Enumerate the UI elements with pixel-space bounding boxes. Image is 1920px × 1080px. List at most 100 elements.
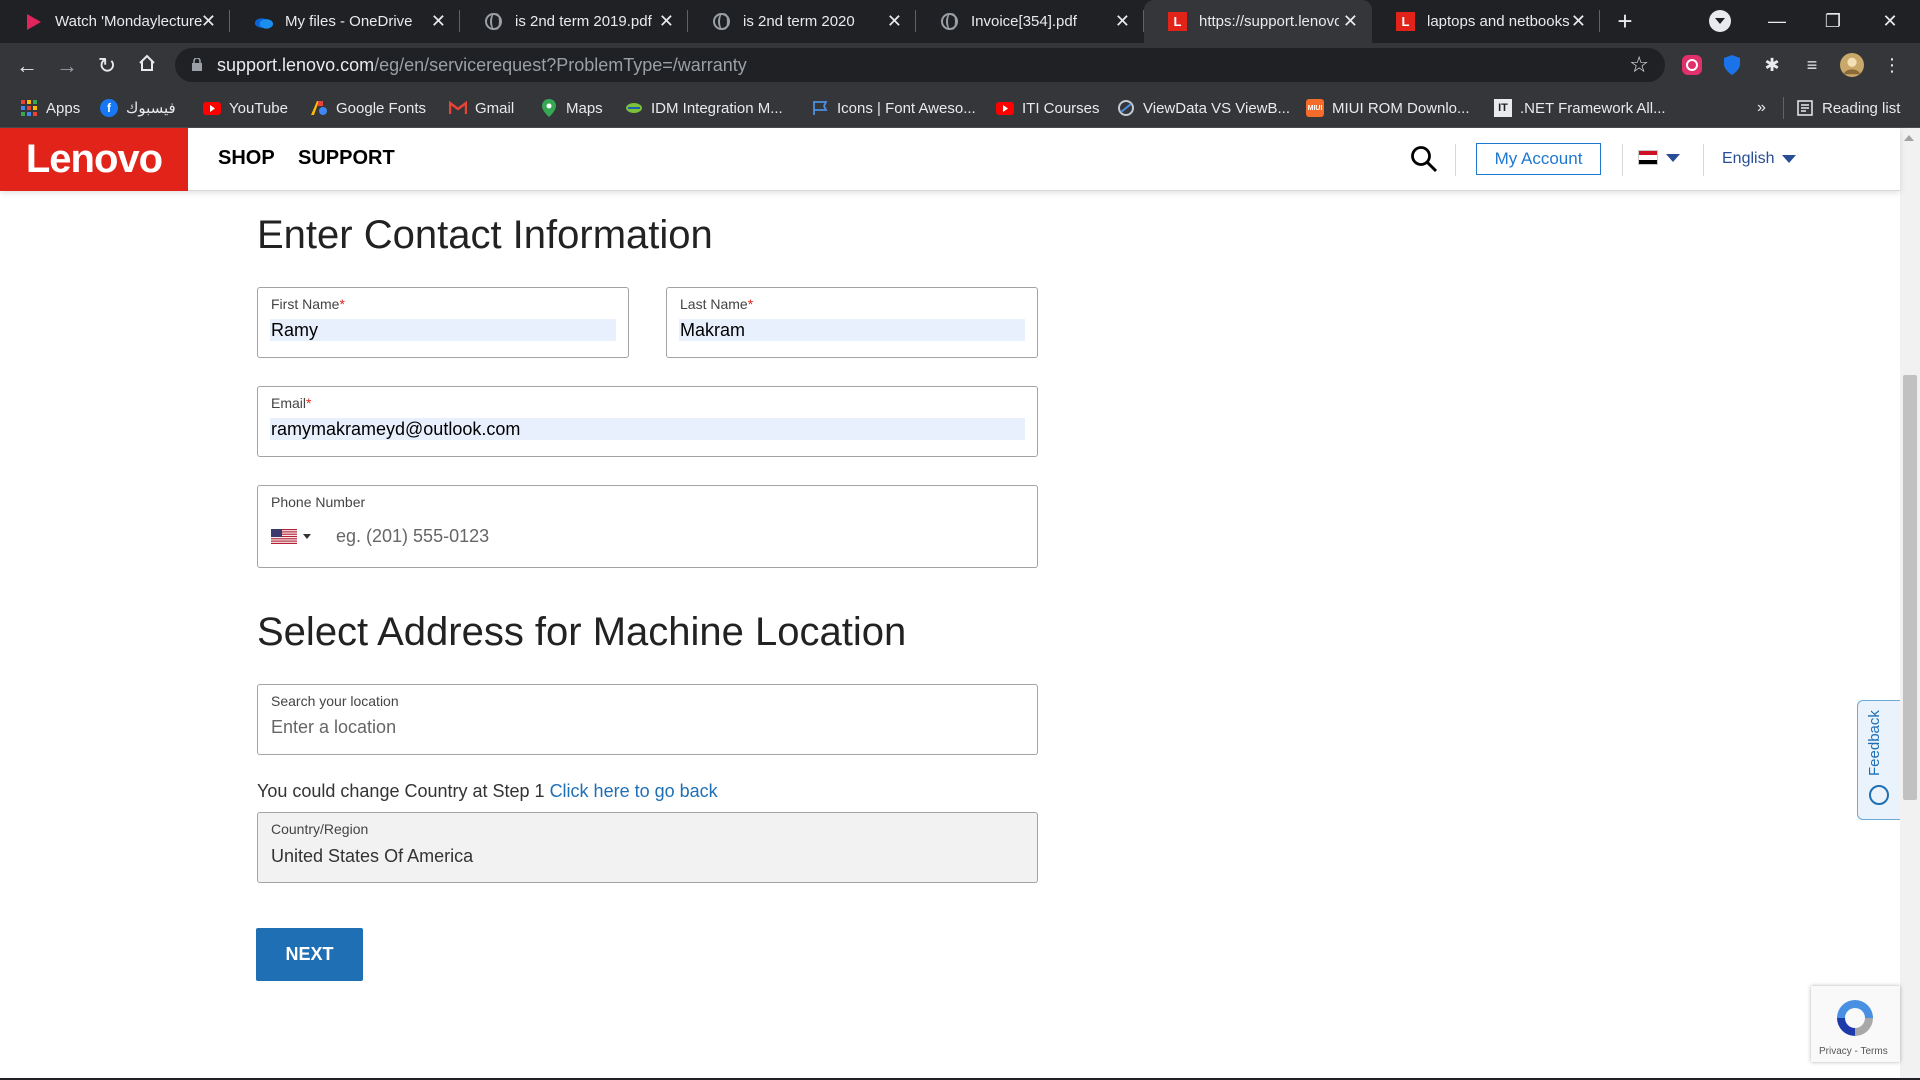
- bookmarks-bar: Apps f فيسبوك YouTube Google Fonts Gmail…: [0, 88, 1920, 128]
- lenovo-icon: L: [1168, 12, 1187, 31]
- miui-icon: MIUI: [1306, 99, 1324, 117]
- feedback-tab[interactable]: Feedback: [1857, 700, 1900, 820]
- tab-title: is 2nd term 2020: [743, 13, 855, 30]
- phone-number-label: Phone Number: [271, 494, 366, 510]
- tab-invoice[interactable]: Invoice[354].pdf ✕: [916, 0, 1144, 43]
- required-asterisk: *: [306, 395, 312, 411]
- bookmark-idm-integration[interactable]: IDM Integration M...: [625, 97, 783, 119]
- restore-icon[interactable]: ❐: [1813, 6, 1853, 36]
- my-account-button[interactable]: My Account: [1476, 143, 1601, 175]
- home-icon[interactable]: [133, 52, 161, 80]
- tab-2nd-term-2019[interactable]: is 2nd term 2019.pdf ✕: [460, 0, 688, 43]
- bookmark-facebook[interactable]: f فيسبوك: [100, 97, 176, 119]
- browser-menu-icon[interactable]: ⋮: [1880, 53, 1904, 77]
- next-button[interactable]: NEXT: [256, 928, 363, 981]
- search-location-input[interactable]: Enter a location: [271, 717, 396, 738]
- nav-shop[interactable]: SHOP: [218, 147, 275, 170]
- globe-icon: [940, 12, 959, 31]
- browser-toolbar: ← → ↻ support.lenovo.com/eg/en/servicere…: [0, 43, 1920, 88]
- search-location-label: Search your location: [271, 693, 399, 709]
- bookmark-miui-rom[interactable]: MIUI MIUI ROM Downlo...: [1306, 97, 1470, 119]
- bookmark-youtube[interactable]: YouTube: [203, 97, 288, 119]
- reading-list-button[interactable]: Reading list: [1796, 97, 1900, 119]
- tab-lenovo-support[interactable]: L https://support.lenovo ✕: [1144, 0, 1372, 43]
- first-name-field[interactable]: First Name* Ramy: [257, 287, 629, 358]
- close-tab-icon[interactable]: ✕: [1115, 11, 1130, 31]
- close-tab-icon[interactable]: ✕: [431, 11, 446, 31]
- site-header: Lenovo SHOP SUPPORT My Account English: [0, 128, 1900, 191]
- nav-support[interactable]: SUPPORT: [298, 147, 395, 170]
- tab-onedrive[interactable]: My files - OneDrive ✕: [230, 0, 460, 43]
- close-tab-icon[interactable]: ✕: [1571, 11, 1586, 31]
- country-region-label: Country/Region: [271, 821, 369, 837]
- new-tab-button[interactable]: +: [1610, 7, 1640, 37]
- extensions-puzzle-icon[interactable]: ✱: [1760, 53, 1784, 77]
- viewdata-icon: [1117, 99, 1135, 117]
- globe-icon: [484, 12, 503, 31]
- email-field[interactable]: Email* ramymakrameyd@outlook.com: [257, 386, 1038, 457]
- egypt-flag-icon: [1638, 150, 1658, 165]
- media-control-icon[interactable]: ≡: [1800, 53, 1824, 77]
- close-tab-icon[interactable]: ✕: [201, 11, 216, 31]
- close-tab-icon[interactable]: ✕: [659, 11, 674, 31]
- bookmark-google-fonts[interactable]: Google Fonts: [310, 97, 426, 119]
- first-name-value[interactable]: Ramy: [270, 319, 616, 341]
- play-icon: [24, 12, 43, 31]
- bookmark-viewdata[interactable]: ViewData VS ViewB...: [1117, 97, 1290, 119]
- tab-laptops-netbooks[interactable]: L laptops and netbooks ✕: [1372, 0, 1600, 43]
- email-value[interactable]: ramymakrameyd@outlook.com: [270, 418, 1025, 440]
- maps-icon: [540, 99, 558, 117]
- extension-instagram-icon[interactable]: [1680, 53, 1704, 77]
- recaptcha-privacy-terms[interactable]: Privacy - Terms: [1819, 1046, 1888, 1057]
- phone-number-field[interactable]: Phone Number eg. (201) 555-0123: [257, 485, 1038, 568]
- last-name-value[interactable]: Makram: [679, 319, 1025, 341]
- bookmark-gmail[interactable]: Gmail: [449, 97, 514, 119]
- scroll-up-arrow-icon[interactable]: [1904, 135, 1914, 141]
- feedback-label: Feedback: [1866, 710, 1883, 776]
- bookmark-iti-courses[interactable]: ITI Courses: [996, 97, 1100, 119]
- tab-2nd-term-2020[interactable]: is 2nd term 2020 ✕: [688, 0, 916, 43]
- bookmark-font-awesome[interactable]: Icons | Font Aweso...: [811, 97, 976, 119]
- last-name-field[interactable]: Last Name* Makram: [666, 287, 1038, 358]
- gmail-icon: [449, 99, 467, 117]
- country-region-field: Country/Region United States Of America: [257, 812, 1038, 883]
- search-location-field[interactable]: Search your location Enter a location: [257, 684, 1038, 755]
- profile-avatar[interactable]: [1840, 53, 1864, 77]
- country-dropdown[interactable]: [1638, 150, 1680, 165]
- close-tab-icon[interactable]: ✕: [1343, 11, 1358, 31]
- forward-arrow-icon[interactable]: →: [53, 52, 81, 80]
- extension-shield-icon[interactable]: [1720, 53, 1744, 77]
- scrollbar-thumb[interactable]: [1903, 375, 1917, 800]
- onedrive-icon: [254, 12, 273, 31]
- address-bar[interactable]: support.lenovo.com/eg/en/servicerequest?…: [175, 48, 1665, 82]
- search-icon[interactable]: [1410, 145, 1438, 173]
- lenovo-logo[interactable]: Lenovo: [0, 128, 188, 191]
- tab-title: is 2nd term 2019.pdf: [515, 13, 652, 30]
- lenovo-icon: L: [1396, 12, 1415, 31]
- more-bookmarks-chevron-icon[interactable]: »: [1757, 97, 1766, 119]
- lock-icon[interactable]: [192, 57, 202, 71]
- flag-icon: [811, 99, 829, 117]
- close-tab-icon[interactable]: ✕: [887, 11, 902, 31]
- idm-icon: [625, 99, 643, 117]
- language-dropdown[interactable]: English: [1722, 150, 1797, 168]
- bookmark-net-framework[interactable]: IT .NET Framework All...: [1494, 97, 1666, 119]
- back-arrow-icon[interactable]: ←: [13, 52, 41, 80]
- tab-title: My files - OneDrive: [285, 13, 413, 30]
- reload-icon[interactable]: ↻: [93, 52, 121, 80]
- go-back-link[interactable]: Click here to go back: [550, 781, 718, 801]
- phone-country-selector[interactable]: [271, 529, 311, 544]
- phone-number-input[interactable]: eg. (201) 555-0123: [336, 526, 489, 547]
- tab-title: https://support.lenovo: [1199, 13, 1339, 30]
- bookmark-apps[interactable]: Apps: [20, 97, 80, 119]
- contact-heading: Enter Contact Information: [257, 213, 713, 257]
- tab-watch-mondaylecture[interactable]: Watch 'Mondaylecture ✕: [0, 0, 230, 43]
- tab-search-icon[interactable]: [1709, 10, 1731, 32]
- close-window-icon[interactable]: ✕: [1870, 6, 1910, 36]
- minimize-icon[interactable]: —: [1757, 6, 1797, 36]
- url-text[interactable]: support.lenovo.com/eg/en/servicerequest?…: [217, 55, 747, 76]
- bookmark-star-icon[interactable]: ☆: [1629, 52, 1649, 78]
- apps-grid-icon: [20, 99, 38, 117]
- recaptcha-badge[interactable]: Privacy - Terms: [1811, 986, 1900, 1062]
- bookmark-maps[interactable]: Maps: [540, 97, 603, 119]
